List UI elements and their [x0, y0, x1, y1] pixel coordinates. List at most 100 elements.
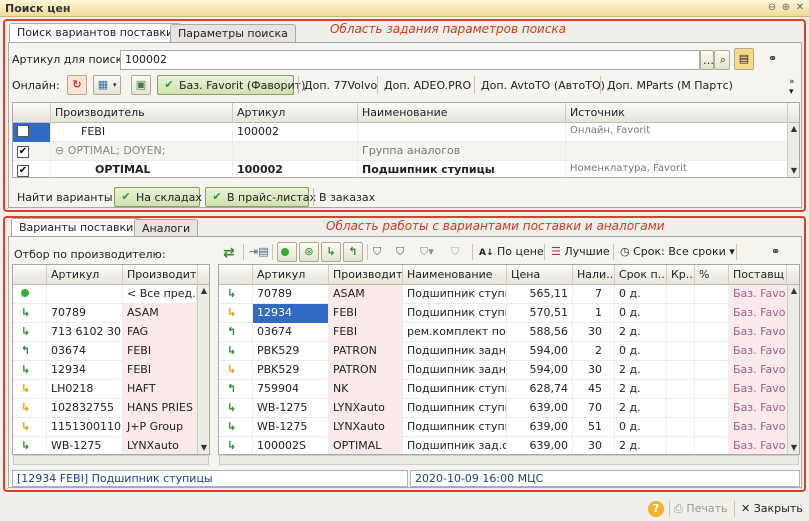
left-grid-scrollbar[interactable]: ▲ ▼ — [197, 285, 209, 454]
table-row[interactable]: ↳WB-1275LYNXautoПодшипник ступи...639,00… — [219, 399, 787, 418]
list-item[interactable]: ↳ 70789 ASAM — [13, 304, 197, 323]
analog-yellow-icon: ↳ — [227, 306, 237, 319]
close-x-icon: ✕ — [741, 502, 751, 515]
list-item[interactable]: ↳ 1151300110 J+P Group — [13, 418, 197, 437]
row-checkbox[interactable]: ✔ — [17, 165, 29, 177]
list-item[interactable]: ↳ LH0218 HAFT — [13, 380, 197, 399]
col-price[interactable]: Цена — [507, 265, 573, 285]
in-stock-filter-icon[interactable] — [277, 242, 297, 262]
online-label: Онлайн: — [12, 79, 60, 92]
tab-search-params[interactable]: Параметры поиска — [170, 24, 296, 42]
col-supplier[interactable]: Поставщ — [729, 265, 787, 285]
col-name[interactable]: Наименование — [358, 103, 566, 123]
search-params-area-label: Область задания параметров поиска — [330, 22, 567, 36]
table-row[interactable]: FEBI 100002 Онлайн, Favorit — [13, 123, 788, 142]
article-select-button[interactable]: … — [700, 50, 714, 70]
list-item[interactable]: ↰ 03674 FEBI — [13, 342, 197, 361]
refresh-online-icon[interactable]: ↻ — [67, 75, 87, 95]
catalog-icon[interactable]: ▤ — [734, 48, 754, 70]
pin-icon[interactable]: ⊕ — [780, 2, 792, 14]
col-article[interactable]: Артикул — [47, 265, 123, 285]
filter-clear-icon[interactable]: ⛉ — [451, 245, 459, 259]
col-article[interactable]: Артикул — [233, 103, 358, 123]
source-77volvo-link[interactable]: Доп. 77Volvo — [304, 79, 377, 92]
global-filter-icon[interactable]: ⊛ — [299, 242, 319, 262]
table-row[interactable]: ↳12934FEBIПодшипник ступи...570,5110 д.Б… — [219, 304, 787, 323]
sort-price-button[interactable]: A↓ По цене — [479, 245, 544, 258]
print-button[interactable]: ⎙ Печать — [674, 502, 727, 516]
close-icon[interactable]: ✕ — [794, 2, 806, 14]
top-grid-scrollbar[interactable]: ▲ ▼ — [787, 123, 799, 177]
binoculars-search-icon[interactable]: ⚭ — [771, 245, 780, 258]
right-hscroll[interactable] — [219, 455, 799, 465]
source-mparts-link[interactable]: Доп. MParts (М Партс) — [607, 79, 733, 92]
maker-filter-label: Отбор по производителю: — [14, 248, 166, 261]
table-row[interactable]: ✔ OPTIMAL 100002 Подшипник ступицы Номен… — [13, 161, 788, 177]
col-source[interactable]: Источник — [566, 103, 788, 123]
row-checkbox[interactable] — [17, 125, 29, 137]
col-percent[interactable]: % — [695, 265, 729, 285]
source-adeo-link[interactable]: Доп. ADEO.PRO — [384, 79, 471, 92]
source-favorit-button[interactable]: ✔ Баз. Favorit (Фаворит) — [157, 75, 305, 95]
article-input[interactable]: 100002 — [120, 50, 700, 70]
list-item[interactable]: ↳ WB-1275 LYNXauto — [13, 437, 197, 454]
find-in-stock-button[interactable]: ✔ На складах — [114, 187, 202, 207]
col-term[interactable]: Срок п... — [615, 265, 667, 285]
list-item[interactable]: < Все пред... — [13, 285, 197, 304]
best-list-icon: ☰ — [551, 245, 561, 258]
tab-search-variants[interactable]: Поиск вариантов поставки — [9, 23, 182, 42]
analog-green-icon: ↳ — [227, 439, 237, 452]
table-row[interactable]: ↳WB-1275LYNXautoПодшипник ступи...639,00… — [219, 418, 787, 437]
term-dropdown[interactable]: ◷ Срок: Все сроки ▾ — [620, 245, 735, 258]
binoculars-icon[interactable]: ⚭ — [768, 52, 777, 65]
more-sources-icon[interactable]: » ▾ — [789, 77, 795, 97]
find-in-pricelists-button[interactable]: ✔ В прайс-листах — [205, 187, 316, 207]
collapse-icon[interactable]: ⊖ — [55, 144, 68, 157]
settings-dropdown-icon[interactable]: ▦ ▾ — [93, 75, 121, 95]
table-row[interactable]: ↰ 03674 FEBI рем.комплект по... 588,56 30 2 д.… — [219, 323, 787, 342]
tab-analogs[interactable]: Аналоги — [134, 219, 199, 237]
right-grid-scrollbar[interactable]: ▲ ▼ — [787, 285, 799, 454]
replacement-green-icon: ↰ — [227, 325, 237, 338]
col-name[interactable]: Наименование — [403, 265, 507, 285]
analog-green-icon: ↳ — [227, 420, 237, 433]
col-maker[interactable]: Производит... — [123, 265, 198, 285]
export-icon[interactable]: ⇥▤ — [249, 245, 269, 258]
maker-filter-grid: Артикул Производит... < Все пред...↳7078… — [12, 264, 210, 455]
sort-az-icon: A↓ — [479, 248, 494, 258]
col-maker[interactable]: Производит... — [329, 265, 403, 285]
window-titlebar: Поиск цен ⊖ ⊕ ✕ — [0, 0, 809, 17]
table-row[interactable]: ✔ ⊖ OPTIMAL; DOYEN; Группа аналогов — [13, 142, 788, 161]
list-item[interactable]: ↳ 102832755 HANS PRIES — [13, 399, 197, 418]
table-row[interactable]: ↰759904NKПодшипник ступи...628,74452 д.Б… — [219, 380, 787, 399]
list-item[interactable]: ↳ 713 6102 30 FAG — [13, 323, 197, 342]
best-button[interactable]: ☰ Лучшие — [551, 245, 610, 258]
col-maker[interactable]: Производитель — [51, 103, 233, 123]
list-item[interactable]: ↳ 12934 FEBI — [13, 361, 197, 380]
filter-icon[interactable]: ⛉ — [373, 245, 381, 259]
restore-icon[interactable]: ⊖ — [766, 2, 778, 14]
close-button[interactable]: ✕ Закрыть — [741, 502, 803, 515]
all-makers-icon — [21, 289, 29, 297]
find-variants-label: Найти варианты: — [17, 191, 117, 204]
help-icon[interactable]: ? — [648, 501, 664, 517]
col-qty[interactable]: Нали... — [573, 265, 615, 285]
source-avtoto-link[interactable]: Доп. AvtoTO (АвтоТО) — [481, 79, 605, 92]
filter-edit-icon[interactable]: ⛉ — [396, 245, 404, 259]
table-row[interactable]: ↳70789ASAMПодшипник ступи...565,1170 д.Б… — [219, 285, 787, 304]
tab-supply-variants[interactable]: Варианты поставки — [11, 218, 142, 237]
filter-dropdown-icon[interactable]: ⛉▾ — [420, 245, 434, 259]
col-kr[interactable]: Кр... — [667, 265, 695, 285]
refresh-icon[interactable]: ⇄ — [223, 245, 235, 261]
search-icon[interactable]: ⌕ — [714, 50, 730, 70]
analog-arrow-icon[interactable]: ↳ — [321, 242, 341, 262]
left-hscroll[interactable] — [13, 455, 209, 465]
table-row[interactable]: ↳100002SOPTIMALПодшипник зад.с...639,003… — [219, 437, 787, 454]
replacement-arrow-icon[interactable]: ↰ — [343, 242, 363, 262]
table-row[interactable]: ↳ PBK529 PATRON Подшипник задн... 594,00 2 0 д… — [219, 342, 787, 361]
col-article[interactable]: Артикул — [253, 265, 329, 285]
document-icon[interactable]: ▣ — [131, 75, 151, 95]
find-in-orders-link[interactable]: В заказах — [319, 191, 375, 204]
table-row[interactable]: ↳ PBK529 PATRON Подшипник задн... 594,00 30 2 … — [219, 361, 787, 380]
row-checkbox[interactable]: ✔ — [17, 146, 29, 158]
